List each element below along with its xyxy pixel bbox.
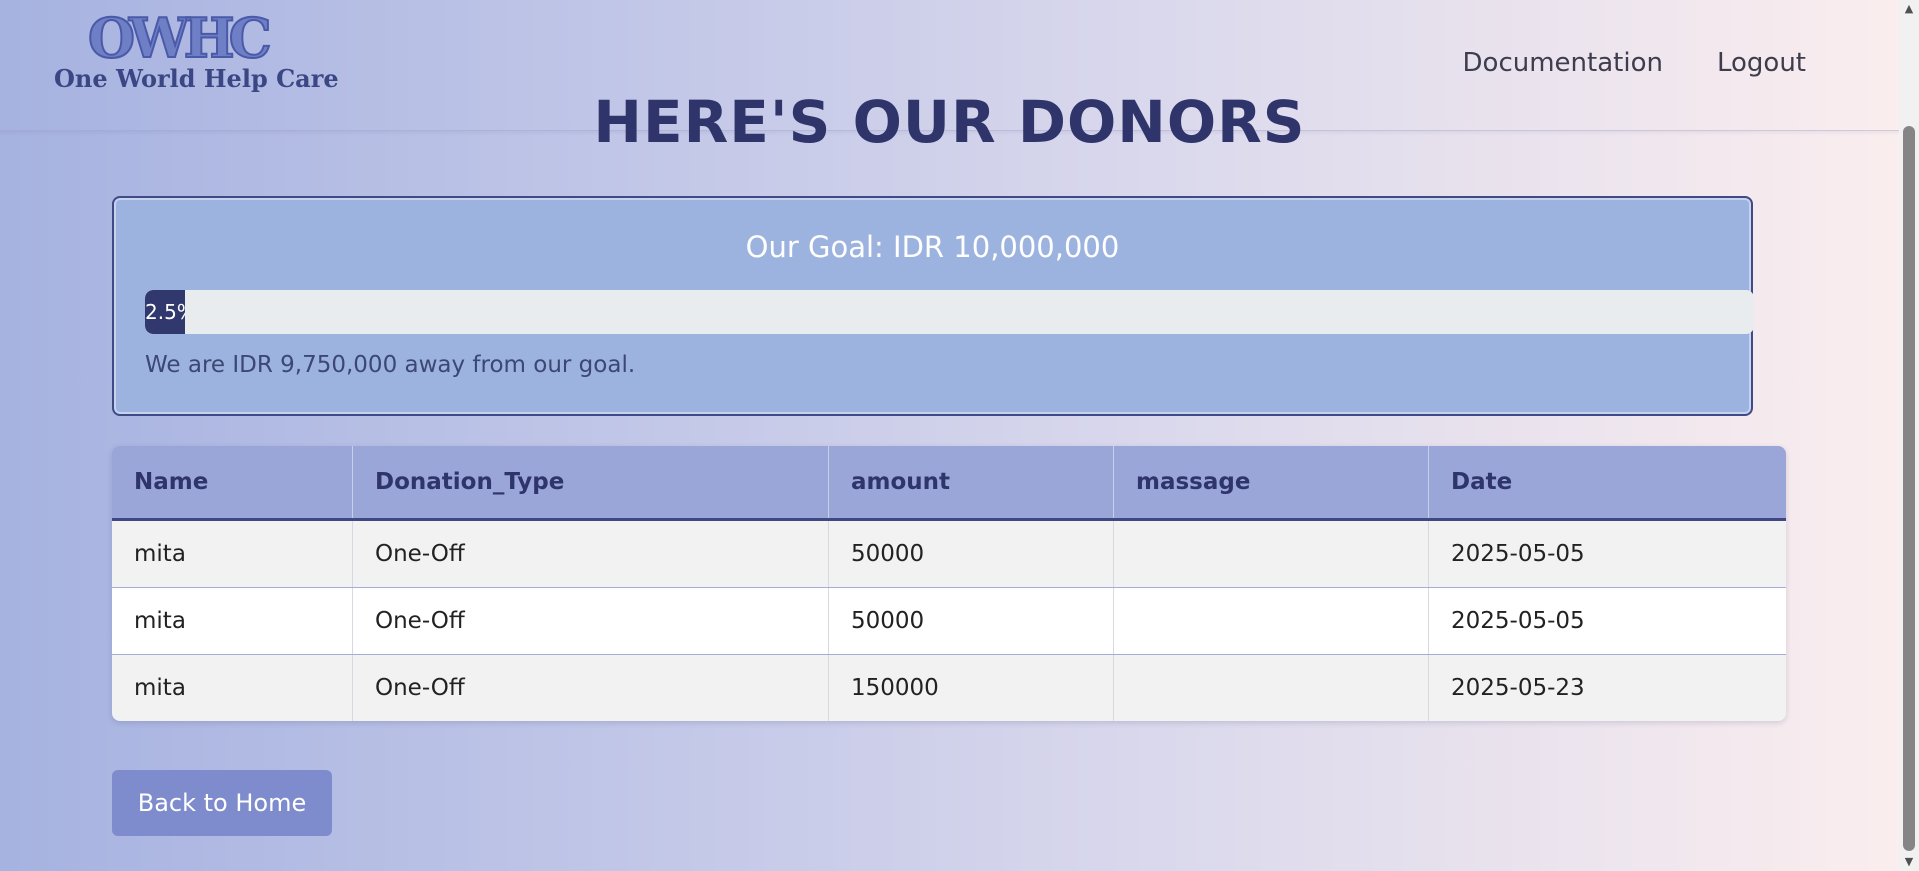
cell-date: 2025-05-23: [1428, 654, 1786, 721]
cell-massage: [1113, 654, 1429, 721]
donors-table-container: Name Donation_Type amount massage Date m…: [112, 446, 1786, 721]
goal-title: Our Goal: IDR 10,000,000: [745, 230, 1120, 264]
page-scrollbar[interactable]: ▲ ▼: [1899, 0, 1919, 871]
column-header-massage: massage: [1113, 446, 1429, 521]
cell-amount: 50000: [828, 519, 1114, 588]
nav-logout-link[interactable]: Logout: [1717, 48, 1806, 78]
goal-progress-fill: 2.5%: [145, 290, 186, 334]
scrollbar-thumb[interactable]: [1903, 126, 1915, 851]
column-header-amount: amount: [828, 446, 1114, 521]
cell-massage: [1113, 587, 1429, 655]
goal-remaining-text: We are IDR 9,750,000 away from our goal.: [145, 352, 636, 378]
cell-massage: [1113, 519, 1429, 588]
cell-amount: 50000: [828, 587, 1114, 655]
cell-amount: 150000: [828, 654, 1114, 721]
table-row: mita One-Off 150000 2025-05-23: [112, 654, 1786, 721]
cell-donation-type: One-Off: [352, 519, 829, 588]
cell-donation-type: One-Off: [352, 654, 829, 721]
goal-progress-bar: 2.5%: [145, 290, 1754, 334]
goal-card: Our Goal: IDR 10,000,000 2.5% We are IDR…: [112, 196, 1754, 416]
column-header-name: Name: [112, 446, 353, 521]
logo-mark: OWHC: [87, 6, 273, 70]
donors-table: Name Donation_Type amount massage Date m…: [112, 446, 1786, 721]
page-title: HERE'S OUR DONORS: [593, 88, 1306, 156]
scroll-down-arrow-icon[interactable]: ▼: [1899, 853, 1919, 871]
cell-date: 2025-05-05: [1428, 587, 1786, 655]
table-row: mita One-Off 50000 2025-05-05: [112, 587, 1786, 655]
cell-name: mita: [112, 587, 353, 655]
scroll-up-arrow-icon[interactable]: ▲: [1899, 0, 1919, 18]
column-header-date: Date: [1428, 446, 1786, 521]
back-to-home-button[interactable]: Back to Home: [112, 770, 332, 836]
cell-donation-type: One-Off: [352, 587, 829, 655]
cell-name: mita: [112, 519, 353, 588]
nav-documentation-link[interactable]: Documentation: [1463, 48, 1663, 78]
nav-links: Documentation Logout: [1463, 48, 1806, 78]
table-row: mita One-Off 50000 2025-05-05: [112, 519, 1786, 588]
table-header-row: Name Donation_Type amount massage Date: [112, 446, 1786, 521]
owhc-logo[interactable]: OWHC One World Help Care: [54, 6, 339, 96]
cell-name: mita: [112, 654, 353, 721]
cell-date: 2025-05-05: [1428, 519, 1786, 588]
column-header-donation-type: Donation_Type: [352, 446, 829, 521]
